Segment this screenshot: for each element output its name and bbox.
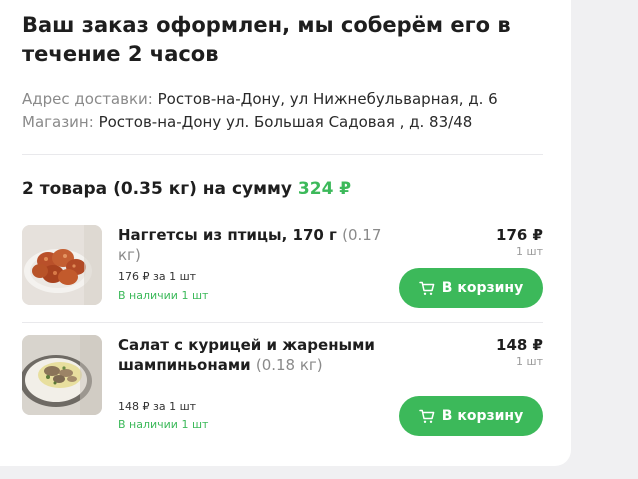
delivery-address-label: Адрес доставки: (22, 90, 153, 108)
product-quantity: 1 шт (516, 245, 543, 258)
product-title: Наггетсы из птицы, 170 г (118, 226, 337, 244)
order-confirmation-card: Ваш заказ оформлен, мы соберём его в теч… (0, 0, 571, 466)
product-item: Салат с курицей и жареными шампиньонами … (22, 335, 543, 437)
order-summary: 2 товара (0.35 кг) на сумму 324 ₽ (22, 177, 351, 201)
unit-price: 176 ₽ за 1 шт (118, 270, 197, 283)
availability: В наличии 1 шт (118, 289, 209, 302)
product-name[interactable]: Наггетсы из птицы, 170 г (0.17 кг) (118, 225, 408, 265)
product-weight: (0.18 кг) (255, 356, 323, 374)
add-to-cart-label: В корзину (441, 280, 524, 296)
page-title: Ваш заказ оформлен, мы соберём его в теч… (22, 13, 511, 66)
product-price: 148 ₽ (496, 336, 543, 354)
product-quantity: 1 шт (516, 355, 543, 368)
add-to-cart-button[interactable]: В корзину (399, 268, 543, 308)
summary-text: 2 товара (0.35 кг) на сумму (22, 179, 292, 199)
summary-total: 324 ₽ (297, 179, 352, 199)
salad-image[interactable] (22, 335, 102, 415)
product-price: 176 ₽ (496, 226, 543, 244)
add-to-cart-label: В корзину (441, 408, 524, 424)
store-label: Магазин: (22, 113, 94, 131)
delivery-address-value: Ростов-на-Дону, ул Нижнебульварная, д. 6 (157, 90, 498, 108)
product-name[interactable]: Салат с курицей и жареными шампиньонами … (118, 335, 388, 375)
divider (22, 322, 543, 323)
store-value: Ростов-на-Дону ул. Большая Садовая , д. … (98, 113, 473, 131)
product-item: Наггетсы из птицы, 170 г (0.17 кг) 176 ₽… (22, 225, 543, 308)
cart-icon (419, 409, 435, 424)
unit-price: 148 ₽ за 1 шт (118, 400, 197, 413)
nuggets-image[interactable] (22, 225, 102, 305)
cart-icon (419, 281, 435, 296)
add-to-cart-button[interactable]: В корзину (399, 396, 543, 436)
store-address: Магазин: Ростов-на-Дону ул. Большая Садо… (22, 112, 472, 132)
delivery-address: Адрес доставки: Ростов-на-Дону, ул Нижне… (22, 89, 498, 109)
divider (22, 154, 543, 155)
availability: В наличии 1 шт (118, 418, 209, 431)
product-title: Салат с курицей и жареными шампиньонами (118, 336, 375, 374)
